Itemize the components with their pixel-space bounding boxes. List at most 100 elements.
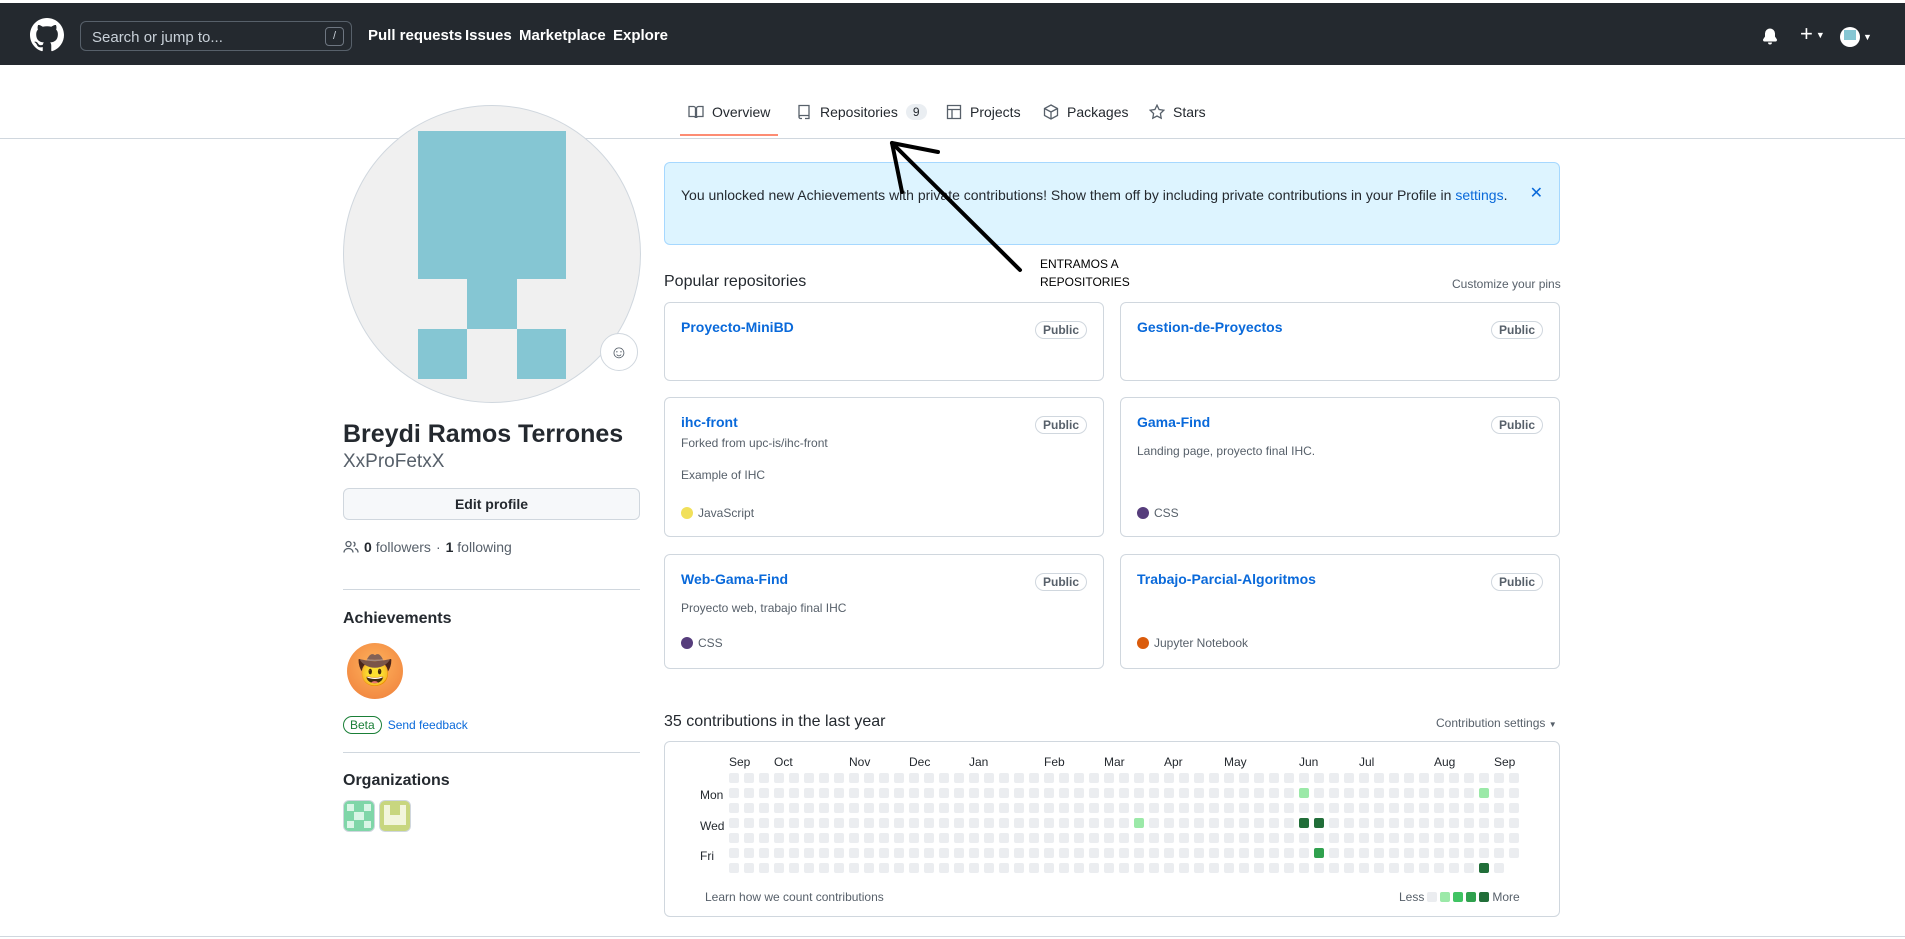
contribution-day-cell[interactable] [1434,803,1444,813]
repo-name-link[interactable]: ihc-front [681,414,738,430]
contribution-day-cell[interactable] [864,788,874,798]
contribution-day-cell[interactable] [984,818,994,828]
contribution-day-cell[interactable] [954,833,964,843]
contribution-day-cell[interactable] [1149,818,1159,828]
close-icon[interactable]: ✕ [1530,183,1543,204]
contribution-day-cell[interactable] [729,773,739,783]
contribution-day-cell[interactable] [1134,818,1144,828]
contribution-day-cell[interactable] [1074,818,1084,828]
contribution-day-cell[interactable] [1149,833,1159,843]
contribution-day-cell[interactable] [774,848,784,858]
github-logo-icon[interactable] [30,18,64,52]
contribution-day-cell[interactable] [1434,833,1444,843]
contribution-day-cell[interactable] [789,833,799,843]
contribution-day-cell[interactable] [1254,818,1264,828]
contribution-day-cell[interactable] [1239,833,1249,843]
contribution-day-cell[interactable] [1239,848,1249,858]
contribution-day-cell[interactable] [984,863,994,873]
contribution-day-cell[interactable] [774,788,784,798]
contribution-day-cell[interactable] [1314,863,1324,873]
user-menu[interactable]: ▼ [1840,27,1872,47]
contribution-day-cell[interactable] [1329,848,1339,858]
contribution-day-cell[interactable] [954,803,964,813]
contribution-day-cell[interactable] [1029,818,1039,828]
contribution-day-cell[interactable] [1044,803,1054,813]
contribution-day-cell[interactable] [939,773,949,783]
contribution-day-cell[interactable] [774,773,784,783]
contribution-day-cell[interactable] [834,818,844,828]
contribution-day-cell[interactable] [1254,803,1264,813]
contribution-day-cell[interactable] [1479,803,1489,813]
tab-packages[interactable]: Packages [1043,104,1128,120]
contribution-day-cell[interactable] [1209,863,1219,873]
learn-contributions-link[interactable]: Learn how we count contributions [705,890,884,904]
contribution-day-cell[interactable] [1089,863,1099,873]
contribution-day-cell[interactable] [894,773,904,783]
contribution-day-cell[interactable] [1299,773,1309,783]
contribution-day-cell[interactable] [1029,788,1039,798]
contribution-day-cell[interactable] [759,803,769,813]
contribution-day-cell[interactable] [1314,773,1324,783]
contribution-day-cell[interactable] [924,788,934,798]
contribution-day-cell[interactable] [759,818,769,828]
contribution-day-cell[interactable] [924,833,934,843]
contribution-day-cell[interactable] [1344,788,1354,798]
contribution-day-cell[interactable] [1284,833,1294,843]
contribution-day-cell[interactable] [984,848,994,858]
contribution-day-cell[interactable] [1254,863,1264,873]
contribution-day-cell[interactable] [1014,863,1024,873]
contribution-day-cell[interactable] [1224,833,1234,843]
nav-pull-requests[interactable]: Pull requests [368,27,462,44]
contribution-day-cell[interactable] [834,773,844,783]
contribution-day-cell[interactable] [1404,833,1414,843]
contribution-day-cell[interactable] [1014,833,1024,843]
contribution-day-cell[interactable] [1359,788,1369,798]
contribution-day-cell[interactable] [984,773,994,783]
contribution-day-cell[interactable] [1434,773,1444,783]
contribution-day-cell[interactable] [849,848,859,858]
contribution-day-cell[interactable] [1059,788,1069,798]
contribution-day-cell[interactable] [1179,863,1189,873]
contribution-day-cell[interactable] [999,833,1009,843]
contribution-day-cell[interactable] [1164,818,1174,828]
contribution-day-cell[interactable] [774,818,784,828]
contribution-day-cell[interactable] [879,788,889,798]
contribution-day-cell[interactable] [1044,863,1054,873]
contribution-day-cell[interactable] [1509,773,1519,783]
contribution-day-cell[interactable] [924,803,934,813]
contribution-day-cell[interactable] [1164,848,1174,858]
contribution-day-cell[interactable] [1269,803,1279,813]
contribution-day-cell[interactable] [1329,863,1339,873]
contribution-day-cell[interactable] [969,833,979,843]
contribution-day-cell[interactable] [1344,833,1354,843]
contribution-day-cell[interactable] [894,788,904,798]
contribution-day-cell[interactable] [1419,863,1429,873]
contribution-day-cell[interactable] [1074,863,1084,873]
contribution-day-cell[interactable] [1359,833,1369,843]
contribution-day-cell[interactable] [1434,818,1444,828]
contribution-day-cell[interactable] [1269,833,1279,843]
contribution-day-cell[interactable] [909,863,919,873]
contribution-day-cell[interactable] [1419,818,1429,828]
contribution-day-cell[interactable] [744,863,754,873]
contribution-day-cell[interactable] [834,863,844,873]
contribution-day-cell[interactable] [1074,833,1084,843]
contribution-day-cell[interactable] [1104,773,1114,783]
contribution-day-cell[interactable] [1224,863,1234,873]
contribution-day-cell[interactable] [939,848,949,858]
contribution-day-cell[interactable] [1464,788,1474,798]
contribution-day-cell[interactable] [1404,818,1414,828]
contribution-day-cell[interactable] [1209,773,1219,783]
contribution-day-cell[interactable] [1149,848,1159,858]
contribution-day-cell[interactable] [1479,773,1489,783]
contribution-day-cell[interactable] [924,773,934,783]
contribution-day-cell[interactable] [1314,818,1324,828]
contribution-day-cell[interactable] [1329,803,1339,813]
contribution-day-cell[interactable] [744,848,754,858]
contribution-day-cell[interactable] [1179,848,1189,858]
contribution-day-cell[interactable] [1179,788,1189,798]
contribution-day-cell[interactable] [1194,833,1204,843]
contribution-day-cell[interactable] [1389,848,1399,858]
contribution-day-cell[interactable] [1239,773,1249,783]
contribution-day-cell[interactable] [954,773,964,783]
